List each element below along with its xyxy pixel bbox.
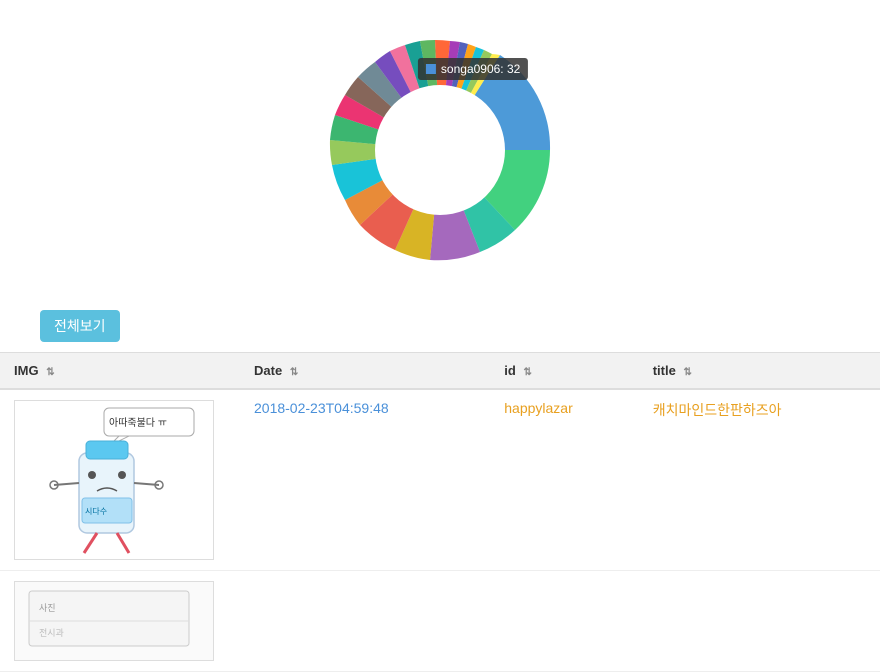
- row1-image: 아따죽불다 ㅠ 시다수: [14, 400, 214, 560]
- button-row: 전체보기: [0, 310, 880, 352]
- chart-tooltip: songa0906: 32: [418, 58, 528, 80]
- data-table: IMG ⇅ Date ⇅ id ⇅ title ⇅: [0, 352, 880, 672]
- row2-svg: 사진 전시과: [24, 586, 204, 656]
- col-label-id: id: [504, 363, 516, 378]
- svg-text:전시과: 전시과: [39, 628, 64, 638]
- cell-img-2: 사진 전시과: [0, 571, 240, 672]
- table-header: IMG ⇅ Date ⇅ id ⇅ title ⇅: [0, 353, 880, 390]
- col-label-title: title: [653, 363, 676, 378]
- col-label-img: IMG: [14, 363, 39, 378]
- col-header-title[interactable]: title ⇅: [639, 353, 880, 390]
- donut-chart: songa0906: 32: [310, 20, 570, 280]
- svg-text:아따죽불다 ㅠ: 아따죽불다 ㅠ: [109, 417, 167, 429]
- cell-id-2[interactable]: [490, 571, 638, 672]
- cell-title-1[interactable]: 캐치마인드한판하즈아: [639, 389, 880, 571]
- table-row: 아따죽불다 ㅠ 시다수: [0, 389, 880, 571]
- col-label-date: Date: [254, 363, 282, 378]
- svg-text:사진: 사진: [39, 603, 56, 613]
- tooltip-text: songa0906: 32: [441, 62, 520, 76]
- sort-arrows-id: ⇅: [523, 367, 531, 378]
- col-header-date[interactable]: Date ⇅: [240, 353, 490, 390]
- col-header-id[interactable]: id ⇅: [490, 353, 638, 390]
- tooltip-color-swatch: [426, 64, 436, 74]
- row2-image: 사진 전시과: [14, 581, 214, 661]
- cell-id-1[interactable]: happylazar: [490, 389, 638, 571]
- sort-arrows-img: ⇅: [46, 367, 54, 378]
- svg-text:시다수: 시다수: [85, 507, 107, 516]
- col-header-img[interactable]: IMG ⇅: [0, 353, 240, 390]
- sort-arrows-date: ⇅: [290, 367, 298, 378]
- table-row: 사진 전시과: [0, 571, 880, 672]
- view-all-button[interactable]: 전체보기: [40, 310, 120, 342]
- cell-date-1[interactable]: 2018-02-23T04:59:48: [240, 389, 490, 571]
- cell-img-1: 아따죽불다 ㅠ 시다수: [0, 389, 240, 571]
- cell-title-2[interactable]: [639, 571, 880, 672]
- cell-date-2[interactable]: [240, 571, 490, 672]
- table-body: 아따죽불다 ㅠ 시다수: [0, 389, 880, 672]
- chart-area: songa0906: 32: [0, 0, 880, 310]
- bottle-svg: 아따죽불다 ㅠ 시다수: [19, 403, 209, 558]
- sort-arrows-title: ⇅: [683, 367, 691, 378]
